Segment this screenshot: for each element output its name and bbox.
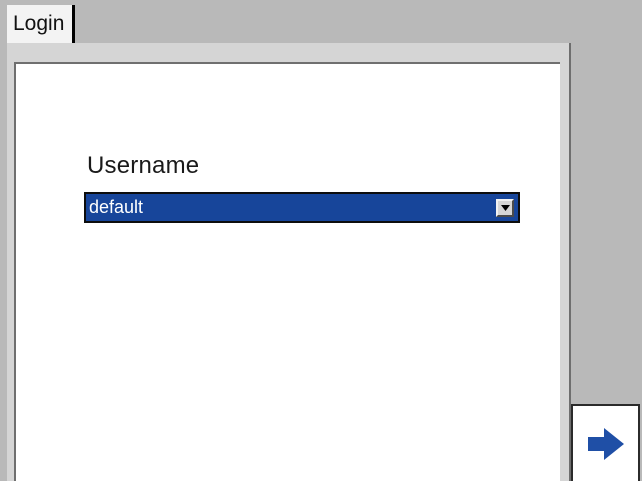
arrow-right-icon bbox=[587, 427, 624, 460]
login-panel-content: Username default bbox=[14, 62, 560, 481]
next-button[interactable] bbox=[571, 404, 640, 481]
tab-login[interactable]: Login bbox=[7, 5, 76, 43]
chevron-down-icon bbox=[500, 204, 510, 211]
username-select-value: default bbox=[89, 197, 144, 217]
username-label: Username bbox=[87, 152, 200, 179]
tab-login-label: Login bbox=[13, 12, 65, 35]
username-select[interactable]: default bbox=[84, 192, 520, 223]
dropdown-button[interactable] bbox=[496, 198, 514, 217]
login-panel: Username default bbox=[7, 43, 571, 481]
